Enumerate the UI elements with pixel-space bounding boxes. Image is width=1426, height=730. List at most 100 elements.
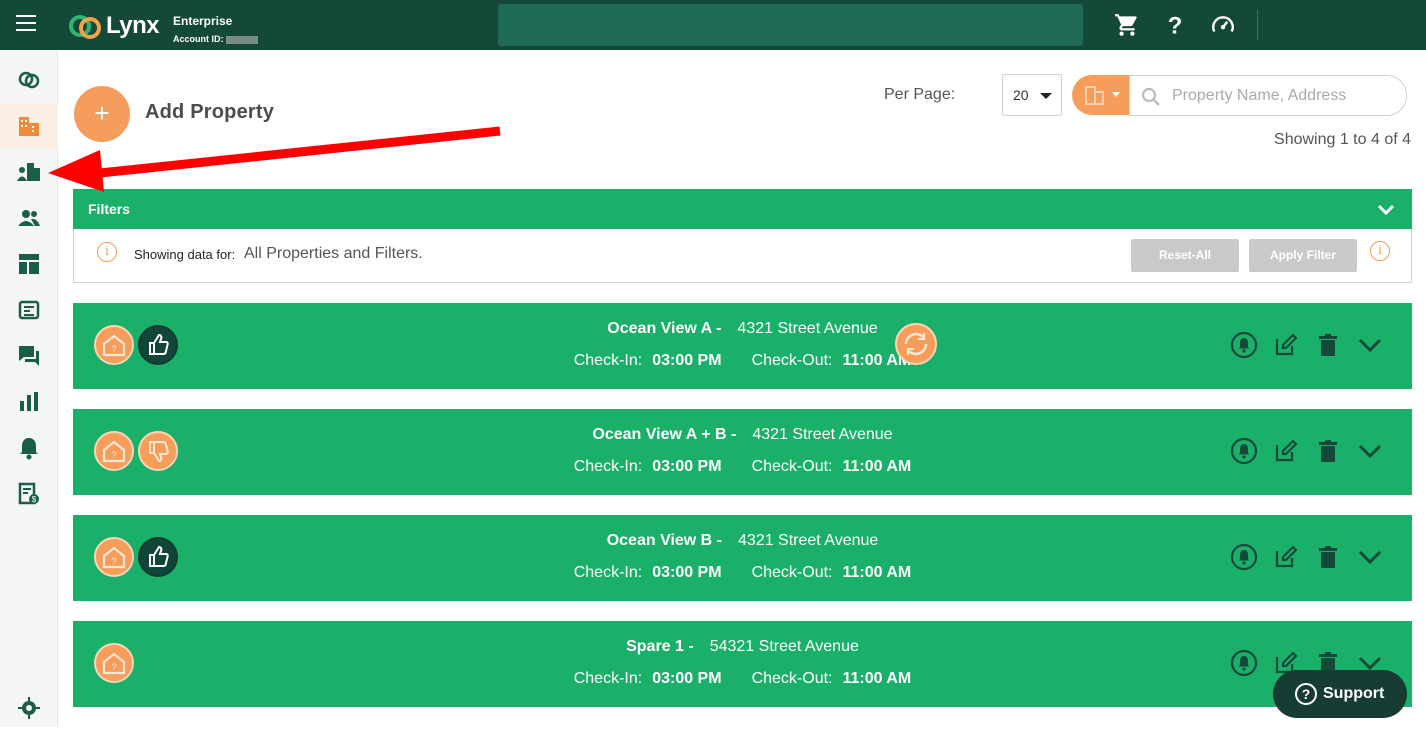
edit-icon[interactable] (1272, 543, 1300, 571)
checkin-time: 03:00 PM (652, 564, 722, 581)
sidebar-item-properties[interactable] (0, 104, 58, 148)
sidebar-item-users[interactable] (0, 196, 58, 240)
property-search-input[interactable] (1172, 84, 1392, 108)
property-name[interactable]: Spare 1 - (626, 638, 694, 655)
property-card[interactable]: ? Spare 1 - 54321 Street Avenue Check-In: 03… (73, 621, 1412, 707)
filters-panel: i Showing data for: All Properties and F… (73, 229, 1412, 283)
trash-icon[interactable] (1314, 331, 1342, 359)
checkout-label: Check-Out: (751, 458, 833, 475)
property-title: Spare 1 - 54321 Street Avenue (73, 638, 1412, 656)
property-name[interactable]: Ocean View B - (607, 532, 722, 549)
add-property-label[interactable]: Add Property (145, 101, 274, 124)
sidebar-item-billing[interactable]: $ (0, 472, 58, 516)
sidebar-item-settings[interactable] (0, 686, 58, 730)
sync-icon[interactable] (895, 323, 937, 365)
header-divider (1257, 10, 1258, 40)
notification-bell-icon[interactable] (1230, 331, 1258, 359)
global-search[interactable] (498, 4, 1083, 46)
menu-icon[interactable] (16, 15, 36, 35)
trash-icon[interactable] (1314, 437, 1342, 465)
sidebar-item-home[interactable] (0, 58, 58, 102)
building-icon (1085, 86, 1104, 105)
help-icon[interactable]: ? (1162, 12, 1188, 38)
notification-bell-icon[interactable] (1230, 649, 1258, 677)
property-card[interactable]: ? Ocean View A + B -4321 Street Avenue Che… (73, 409, 1412, 495)
sidebar-item-notifications[interactable] (0, 426, 58, 470)
caret-down-icon (1040, 93, 1052, 99)
property-name[interactable]: Ocean View A - (607, 320, 721, 337)
filters-header[interactable]: Filters (73, 189, 1412, 229)
speedometer-icon[interactable] (1210, 12, 1236, 38)
chevron-down-icon[interactable] (1356, 437, 1384, 465)
property-title: Ocean View B - 4321 Street Avenue (73, 532, 1412, 550)
filters-title: Filters (88, 201, 131, 217)
property-search[interactable] (1129, 75, 1407, 116)
reset-all-button[interactable]: Reset-All (1131, 239, 1239, 272)
sidebar-item-property-groups[interactable] (0, 150, 58, 194)
checkout-time: 11:00 AM (842, 564, 912, 581)
sidebar-item-dashboard[interactable] (0, 242, 58, 286)
property-card[interactable]: ? Ocean View B -4321 Street Avenue Check-I… (73, 515, 1412, 601)
sidebar-item-integrations[interactable] (0, 288, 58, 332)
showing-data-value: All Properties and Filters. (244, 245, 423, 262)
support-label: Support (1323, 685, 1385, 702)
property-address: 54321 Street Avenue (709, 638, 859, 655)
trash-icon[interactable] (1314, 543, 1342, 571)
cart-icon[interactable] (1114, 12, 1140, 38)
property-times: Check-In: 03:00 PM Check-Out: 11:00 AM (73, 564, 1412, 582)
sidebar-item-reports[interactable] (0, 380, 58, 424)
checkout-time: 11:00 AM (842, 458, 912, 475)
property-type-dropdown[interactable] (1072, 75, 1132, 115)
bell-icon (20, 438, 38, 460)
sidebar: $ (0, 50, 58, 727)
sidebar-item-messages[interactable] (0, 334, 58, 378)
apply-filter-button[interactable]: Apply Filter (1249, 239, 1357, 272)
help-circle-icon: ? (1295, 683, 1317, 705)
chevron-down-icon[interactable] (1356, 331, 1384, 359)
buildings-person-icon (17, 163, 40, 181)
account-id: Account ID: (173, 34, 258, 44)
results-count: Showing 1 to 4 of 4 (1274, 131, 1411, 148)
property-times: Check-In: 03:00 PM Check-Out: 11:00 AM (73, 458, 1412, 476)
property-name[interactable]: Ocean View A + B - (592, 426, 736, 443)
checkout-time: 11:00 AM (842, 670, 912, 687)
building-icon (19, 117, 39, 136)
property-times: Check-In: 03:00 PM Check-Out: 11:00 AM (73, 670, 1412, 688)
search-icon (1141, 87, 1160, 106)
checkin-label: Check-In: (573, 458, 643, 475)
notification-bell-icon[interactable] (1230, 543, 1258, 571)
property-address: 4321 Street Avenue (738, 532, 879, 549)
property-title: Ocean View A - 4321 Street Avenue (73, 320, 1412, 338)
users-icon (18, 210, 40, 226)
checkin-time: 03:00 PM (652, 670, 722, 687)
info-icon[interactable]: i (1370, 241, 1390, 261)
edit-icon[interactable] (1272, 331, 1300, 359)
add-property-button[interactable]: + (74, 86, 130, 142)
brand-name: Lynx (106, 12, 160, 39)
support-button[interactable]: ? Support (1273, 670, 1407, 718)
edit-icon[interactable] (1272, 437, 1300, 465)
top-bar: Lynx Enterprise Account ID: ? (0, 0, 1426, 50)
svg-text:?: ? (1168, 13, 1183, 38)
chevron-down-icon[interactable] (1376, 199, 1396, 219)
checkout-label: Check-Out: (751, 564, 833, 581)
per-page-label: Per Page: (884, 86, 956, 103)
checkin-time: 03:00 PM (652, 352, 722, 369)
showing-data-label: Showing data for: (134, 247, 236, 262)
per-page-value: 20 (1013, 87, 1029, 103)
gear-icon (18, 697, 40, 719)
messages-icon (19, 346, 39, 366)
checkout-label: Check-Out: (751, 670, 833, 687)
lynx-logo-icon (69, 15, 101, 39)
property-card[interactable]: ? Ocean View A -4321 Street Avenue Check-I… (73, 303, 1412, 389)
lynx-rings-icon (18, 71, 40, 89)
bar-chart-icon (20, 392, 38, 411)
per-page-select[interactable]: 20 (1002, 74, 1062, 116)
property-times: Check-In: 03:00 PM Check-Out: 11:00 AM (73, 352, 1412, 370)
property-address: 4321 Street Avenue (737, 320, 878, 337)
checkin-label: Check-In: (573, 670, 643, 687)
notification-bell-icon[interactable] (1230, 437, 1258, 465)
chevron-down-icon[interactable] (1356, 543, 1384, 571)
card-actions (1216, 543, 1384, 571)
billing-icon: $ (18, 482, 39, 505)
